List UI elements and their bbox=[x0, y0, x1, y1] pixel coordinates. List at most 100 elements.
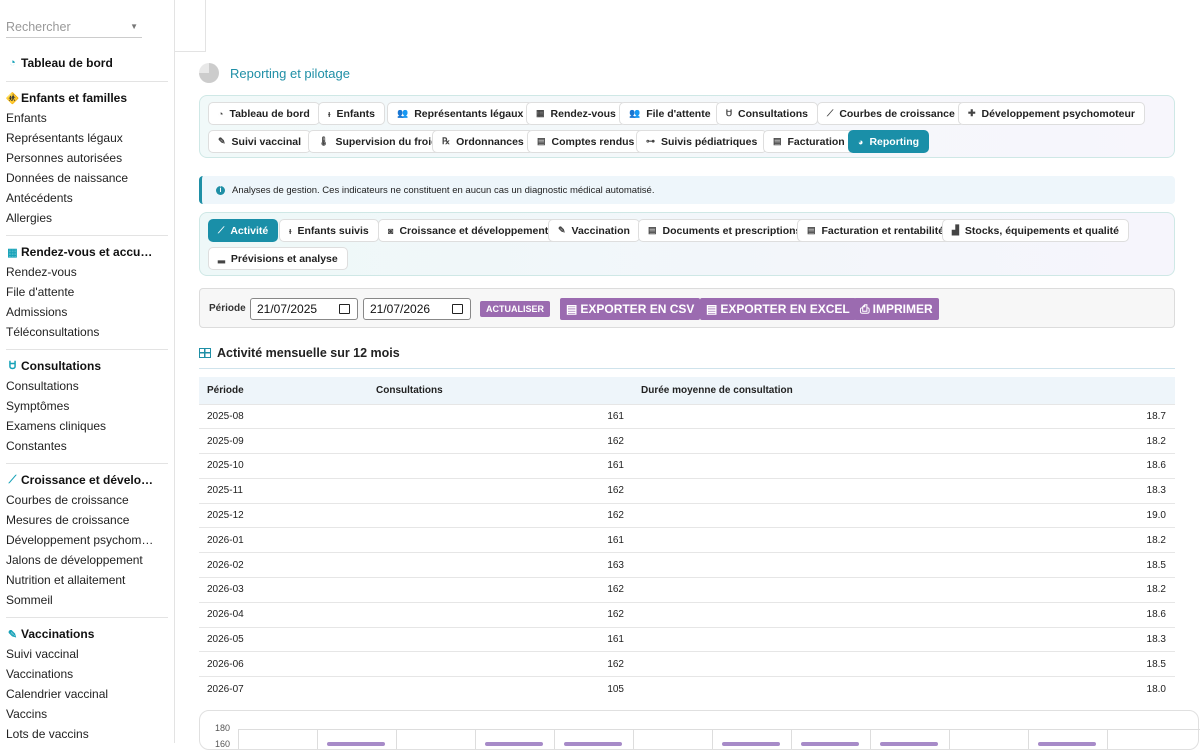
info-icon: i bbox=[216, 185, 225, 195]
duration-cell: 18.0 bbox=[633, 676, 1175, 702]
sidebar-item-naissance[interactable]: Données de naissance bbox=[0, 168, 169, 188]
sidebar-item-rendez-vous[interactable]: Rendez-vous bbox=[0, 262, 169, 282]
sidebar-item-courbes[interactable]: Courbes de croissance bbox=[0, 490, 169, 510]
column-header[interactable]: Durée moyenne de consultation bbox=[633, 377, 1175, 404]
sidebar-item-representants[interactable]: Représentants légaux bbox=[0, 128, 169, 148]
tab-file-attente[interactable]: 👥 File d'attente bbox=[619, 102, 721, 125]
tab-consultations[interactable]: Ꮜ Consultations bbox=[716, 102, 819, 125]
sidebar-item-suivi-vaccinal[interactable]: Suivi vaccinal bbox=[0, 644, 169, 664]
sidebar-item-sommeil[interactable]: Sommeil bbox=[0, 590, 169, 610]
tab-stocks[interactable]: ▟ Stocks, équipements et qualité bbox=[942, 219, 1129, 242]
file-excel-icon: ▤ bbox=[706, 302, 718, 316]
export-csv-button[interactable]: ▤ EXPORTER EN CSV bbox=[560, 298, 701, 320]
tab-ordonnances[interactable]: ℞ Ordonnances bbox=[432, 130, 534, 153]
date-from-input[interactable]: 21/07/2025 bbox=[250, 298, 358, 320]
sidebar-item-nutrition[interactable]: Nutrition et allaitement bbox=[0, 570, 169, 590]
chevron-down-icon[interactable]: ▼ bbox=[130, 16, 138, 38]
tab-croissance[interactable]: ◙ Croissance et développement bbox=[378, 219, 559, 242]
sidebar-item-examens[interactable]: Examens cliniques bbox=[0, 416, 169, 436]
syringe-icon: ✎ bbox=[7, 628, 18, 641]
sidebar-item-allergies[interactable]: Allergies bbox=[0, 208, 169, 228]
sidebar-section-header[interactable]: 🚸 Enfants et familles bbox=[0, 88, 169, 108]
tab-rendez-vous[interactable]: ▦ Rendez-vous bbox=[526, 102, 626, 125]
sidebar-item-personnes[interactable]: Personnes autorisées bbox=[0, 148, 169, 168]
camera-icon: ◙ bbox=[388, 225, 394, 236]
period-cell: 2026-02 bbox=[199, 552, 368, 578]
tab-activite[interactable]: ⟋ Activité bbox=[208, 219, 279, 242]
activity-table: Période Consultations Durée moyenne de c… bbox=[199, 377, 1175, 702]
sidebar-item-developpement[interactable]: Développement psychom… bbox=[0, 530, 169, 550]
tab-representants[interactable]: 👥 Représentants légaux bbox=[387, 102, 534, 125]
consultations-cell: 161 bbox=[368, 453, 633, 479]
tab-facturation[interactable]: ▤ Facturation bbox=[763, 130, 855, 153]
sidebar-dashboard[interactable]: ◔ Tableau de bord bbox=[0, 53, 169, 73]
pie-chart-icon bbox=[199, 63, 219, 83]
sidebar-item-constantes[interactable]: Constantes bbox=[0, 436, 169, 456]
period-cell: 2026-04 bbox=[199, 601, 368, 628]
export-excel-button[interactable]: ▤ EXPORTER EN EXCEL bbox=[700, 298, 856, 320]
sidebar-section-header[interactable]: ✎ Vaccinations bbox=[0, 624, 169, 644]
sidebar-dashboard-label: Tableau de bord bbox=[21, 56, 113, 70]
grid-line bbox=[317, 729, 318, 749]
date-to-input[interactable]: 21/07/2026 bbox=[363, 298, 471, 320]
calendar-icon[interactable] bbox=[452, 304, 463, 314]
sidebar-item-calendrier[interactable]: Calendrier vaccinal bbox=[0, 684, 169, 704]
tab-tableau-de-bord[interactable]: ◔ Tableau de bord bbox=[208, 102, 320, 125]
tab-reporting[interactable]: ◕ Reporting bbox=[848, 130, 930, 153]
sidebar-item-enfants[interactable]: Enfants bbox=[0, 108, 169, 128]
tab-enfants-suivis[interactable]: ᵻ Enfants suivis bbox=[279, 219, 379, 242]
sidebar-section-rdv: ▦ Rendez-vous et accu… Rendez-vous File d… bbox=[0, 242, 169, 342]
sidebar-section-header[interactable]: ⟋ Croissance et dévelo… bbox=[0, 470, 169, 490]
file-icon: ▤ bbox=[648, 225, 657, 235]
tab-documents[interactable]: ▤ Documents et prescriptions bbox=[638, 219, 812, 242]
sidebar-item-symptomes[interactable]: Symptômes bbox=[0, 396, 169, 416]
calendar-icon: ▦ bbox=[7, 246, 18, 259]
sidebar-section-header[interactable]: ▦ Rendez-vous et accu… bbox=[0, 242, 169, 262]
tab-suivis-pediatriques[interactable]: ⊶ Suivis pédiatriques bbox=[636, 130, 768, 153]
pie-chart-icon: ◕ bbox=[858, 136, 864, 147]
calendar-icon[interactable] bbox=[339, 304, 350, 314]
sidebar-item-vaccinations[interactable]: Vaccinations bbox=[0, 664, 169, 684]
section-title: Vaccinations bbox=[21, 627, 95, 641]
tab-previsions[interactable]: ▂ Prévisions et analyse bbox=[208, 247, 348, 270]
tab-supervision-froid[interactable]: 🌡 Supervision du froid bbox=[308, 130, 448, 153]
file-csv-icon: ▤ bbox=[566, 302, 578, 316]
tab-comptes-rendus[interactable]: ▤ Comptes rendus bbox=[527, 130, 645, 153]
tab-label: Développement psychomoteur bbox=[981, 107, 1135, 120]
tab-courbes[interactable]: ⟋ Courbes de croissance bbox=[817, 102, 965, 125]
thermometer-icon: 🌡 bbox=[318, 136, 330, 146]
column-header[interactable]: Période bbox=[199, 377, 368, 404]
tab-vaccination[interactable]: ✎ Vaccination bbox=[548, 219, 640, 242]
page-header: Reporting et pilotage bbox=[199, 63, 350, 83]
tab-label: Courbes de croissance bbox=[839, 107, 955, 120]
consultations-cell: 161 bbox=[368, 527, 633, 553]
sidebar-item-antecedents[interactable]: Antécédents bbox=[0, 188, 169, 208]
tab-enfants[interactable]: ᵻ Enfants bbox=[318, 102, 386, 125]
duration-cell: 18.2 bbox=[633, 527, 1175, 553]
tab-label: Facturation bbox=[787, 135, 845, 148]
sidebar-item-file-attente[interactable]: File d'attente bbox=[0, 282, 169, 302]
tab-suivi-vaccinal[interactable]: ✎ Suivi vaccinal bbox=[208, 130, 312, 153]
column-header[interactable]: Consultations bbox=[368, 377, 633, 404]
print-button[interactable]: ⎙ IMPRIMER bbox=[854, 298, 939, 320]
table-title: Activité mensuelle sur 12 mois bbox=[217, 346, 400, 360]
refresh-button[interactable]: ACTUALISER bbox=[480, 301, 550, 317]
sidebar-item-vaccins[interactable]: Vaccins bbox=[0, 704, 169, 724]
sidebar-item-admissions[interactable]: Admissions bbox=[0, 302, 169, 322]
chart-line-icon: ⟋ bbox=[827, 108, 834, 118]
tab-facturation-rentabilite[interactable]: ▤ Facturation et rentabilité bbox=[797, 219, 955, 242]
divider bbox=[6, 463, 168, 464]
sidebar: Rechercher ▼ ◔ Tableau de bord 🚸 Enfants e… bbox=[0, 0, 175, 743]
period-label: Période bbox=[209, 303, 246, 314]
sidebar-item-consultations[interactable]: Consultations bbox=[0, 376, 169, 396]
sidebar-item-teleconsultations[interactable]: Téléconsultations bbox=[0, 322, 169, 342]
table-row: 2026-02 163 18.5 bbox=[199, 552, 1175, 578]
tab-developpement[interactable]: ✚ Développement psychomoteur bbox=[958, 102, 1145, 125]
sidebar-item-mesures[interactable]: Mesures de croissance bbox=[0, 510, 169, 530]
sidebar-item-lots[interactable]: Lots de vaccins bbox=[0, 724, 169, 743]
grid-line bbox=[870, 729, 871, 749]
date-to-value: 21/07/2026 bbox=[370, 302, 431, 316]
search-input[interactable]: Rechercher ▼ bbox=[6, 16, 142, 38]
sidebar-item-jalons[interactable]: Jalons de développement bbox=[0, 550, 169, 570]
sidebar-section-header[interactable]: Ꮜ Consultations bbox=[0, 356, 169, 376]
